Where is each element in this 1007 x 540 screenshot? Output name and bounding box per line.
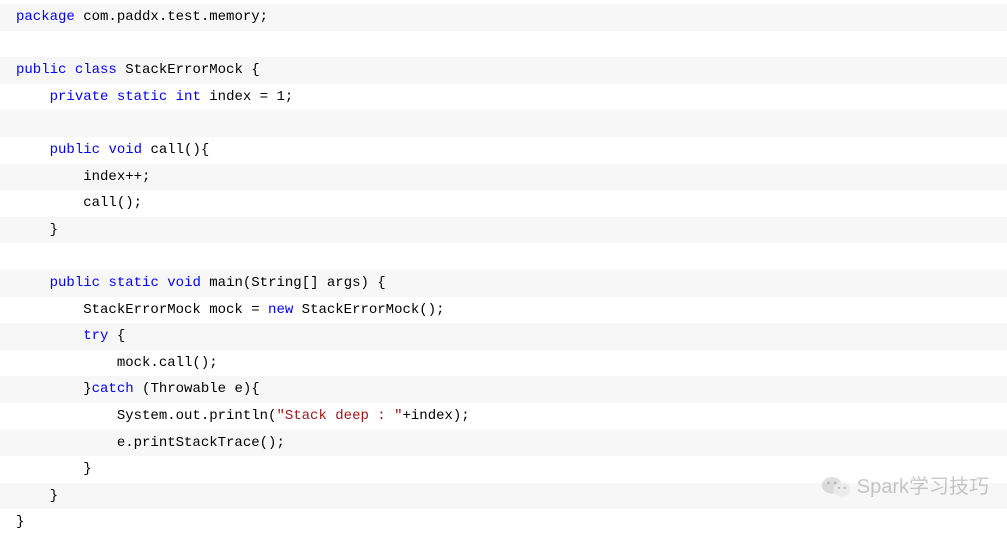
code-line: mock.call(); [0,350,1007,377]
code-token-plain: main(String[] args) { [201,275,386,291]
code-token-plain: StackErrorMock(); [293,302,444,318]
code-token-plain: } [16,488,58,504]
code-token-kw: int [176,89,201,105]
code-token-plain: e.printStackTrace(); [16,435,285,451]
code-token-kw: class [75,62,117,78]
code-token-kw: new [268,302,293,318]
code-token-plain: call(){ [142,142,209,158]
code-line: } [0,509,1007,536]
code-token-plain: } [16,461,92,477]
code-line: try { [0,323,1007,350]
code-token-plain: mock.call(); [16,355,218,371]
code-token-kw: public [50,275,100,291]
code-token-kw: private [50,89,109,105]
code-line: public static void main(String[] args) { [0,270,1007,297]
code-line [0,110,1007,137]
code-token-plain: call(); [16,195,142,211]
code-token-kw: package [16,9,75,25]
code-token-plain: index++; [16,169,150,185]
code-line: } [0,456,1007,483]
code-token-str: "Stack deep : " [276,408,402,424]
code-token-kw: public [16,62,66,78]
code-token-plain: (Throwable e){ [134,381,260,397]
code-token-plain: StackErrorMock { [117,62,260,78]
code-token-plain: index = 1; [201,89,293,105]
code-line: private static int index = 1; [0,84,1007,111]
code-block: package com.paddx.test.memory; public cl… [0,0,1007,540]
code-token-plain [16,275,50,291]
code-line [0,31,1007,58]
code-token-kw: try [83,328,108,344]
code-token-plain: StackErrorMock mock = [16,302,268,318]
code-token-plain: System.out.println( [16,408,276,424]
code-token-plain [16,36,24,52]
code-line: }catch (Throwable e){ [0,376,1007,403]
code-token-plain: } [16,514,24,530]
code-line: call(); [0,190,1007,217]
code-line: StackErrorMock mock = new StackErrorMock… [0,297,1007,324]
code-token-plain [16,142,50,158]
code-token-plain [167,89,175,105]
code-token-plain [16,328,83,344]
code-line: e.printStackTrace(); [0,430,1007,457]
code-line: public void call(){ [0,137,1007,164]
code-line: } [0,483,1007,510]
code-token-kw: static [117,89,167,105]
code-token-plain [159,275,167,291]
code-token-kw: static [108,275,158,291]
code-line [0,243,1007,270]
code-token-plain: { [108,328,125,344]
code-line: index++; [0,164,1007,191]
code-token-kw: public [50,142,100,158]
code-token-kw: void [167,275,201,291]
code-token-plain [16,248,24,264]
code-token-kw: catch [92,381,134,397]
code-token-plain [108,89,116,105]
code-token-plain [66,62,74,78]
code-line: package com.paddx.test.memory; [0,4,1007,31]
code-token-plain: } [16,222,58,238]
code-token-plain: +index); [402,408,469,424]
code-line: } [0,217,1007,244]
code-token-plain: } [16,381,92,397]
code-line: System.out.println("Stack deep : "+index… [0,403,1007,430]
code-line: public class StackErrorMock { [0,57,1007,84]
code-token-kw: void [108,142,142,158]
code-token-plain [16,89,50,105]
code-token-plain [16,115,24,131]
code-token-plain: com.paddx.test.memory; [75,9,268,25]
